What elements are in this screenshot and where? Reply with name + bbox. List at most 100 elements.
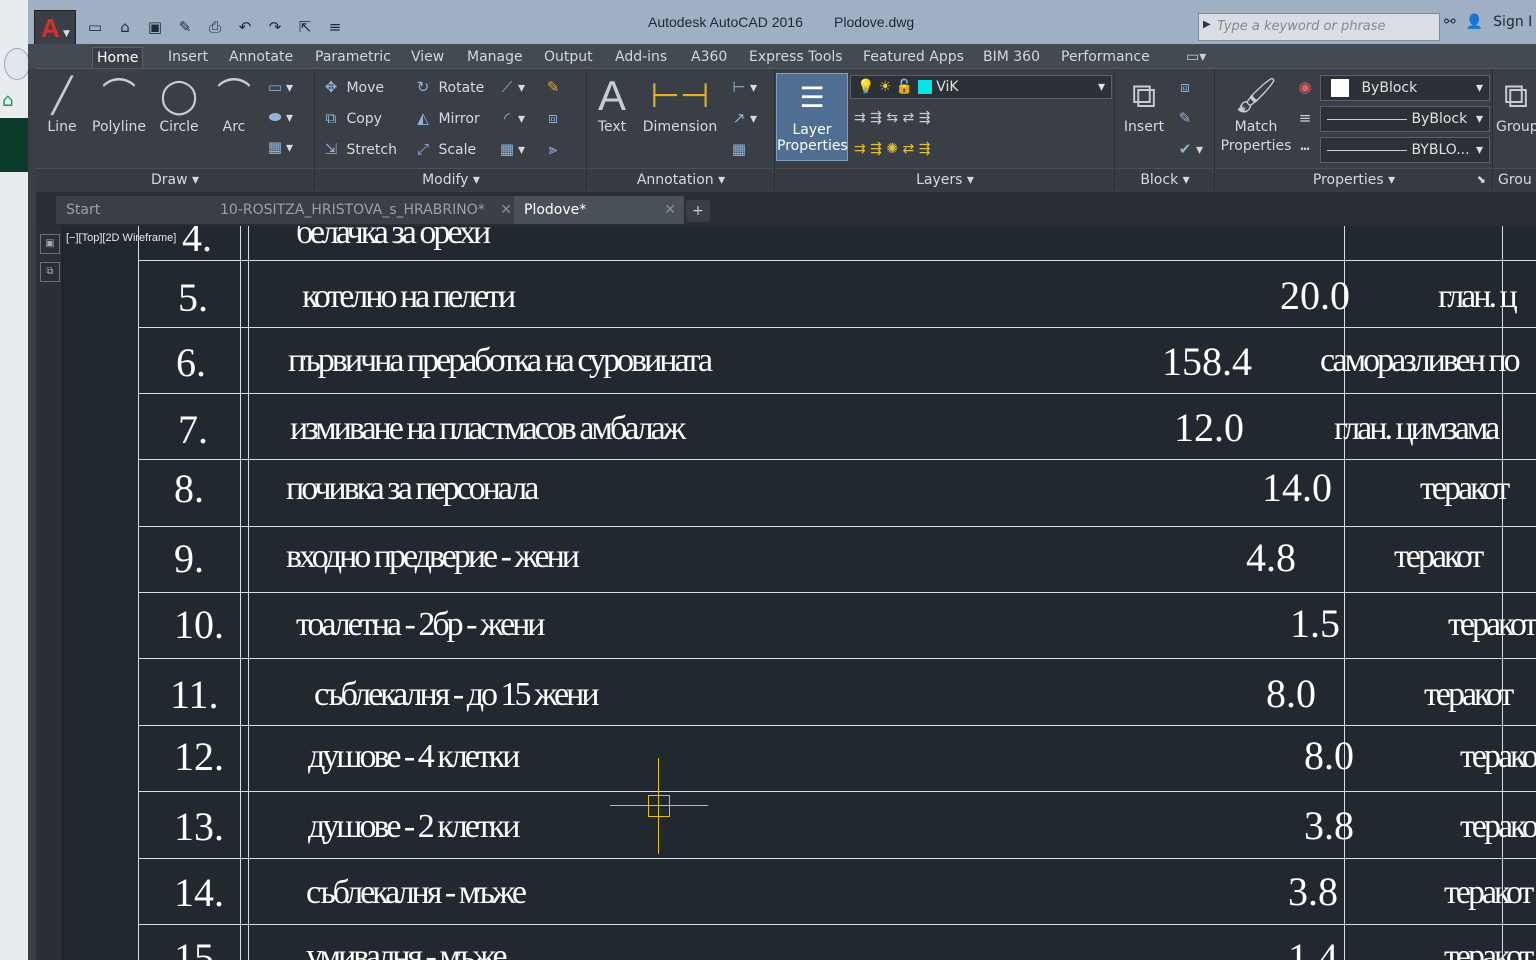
edit-block-icon[interactable]: ✎ — [1174, 106, 1196, 130]
room-area: 12.0 — [1174, 405, 1244, 450]
room-area: 8.0 — [1304, 733, 1354, 778]
save-as-icon[interactable]: ✎ — [174, 18, 196, 36]
match-properties-button[interactable]: 🖌 Match Properties — [1218, 73, 1294, 157]
rotate-button[interactable]: ↻ Rotate — [412, 75, 485, 99]
stretch-button[interactable]: ⇲ Stretch — [320, 137, 397, 161]
redo-icon[interactable]: ↷ — [264, 18, 286, 36]
share-icon[interactable]: ⇱ — [294, 18, 316, 36]
match-properties-icon: 🖌 — [1234, 76, 1278, 116]
row-number: 13. — [174, 804, 224, 849]
ribbon-minimize-icon[interactable]: ▭▾ — [1182, 47, 1210, 68]
rectangle-icon[interactable]: ▭ ▾ — [264, 75, 293, 99]
hatch-icon[interactable]: ⬬ ▾ — [264, 105, 293, 129]
search-field[interactable]: ▶ Type a keyword or phrase — [1198, 13, 1440, 41]
sign-in-link[interactable]: Sign I — [1493, 14, 1532, 30]
array-icon[interactable]: ▦ ▾ — [496, 137, 525, 161]
tab-home[interactable]: Home — [92, 47, 144, 69]
panel-title-groups[interactable]: Grou — [1494, 168, 1536, 191]
edit-attributes-icon[interactable]: ✔ ▾ — [1174, 137, 1203, 161]
tab-featured-apps[interactable]: Featured Apps — [859, 47, 968, 68]
room-floor: теракот — [1394, 538, 1484, 575]
expand-arrow-icon[interactable]: ▶ — [1203, 19, 1211, 30]
close-icon[interactable]: ✕ — [664, 196, 676, 224]
tab-bim-360[interactable]: BIM 360 — [979, 47, 1044, 68]
trim-icon[interactable]: ⟋ ▾ — [496, 75, 525, 99]
polyline-button[interactable]: ⌒ Polyline — [88, 73, 150, 135]
line-button[interactable]: ╱ Line — [40, 73, 84, 135]
insert-button[interactable]: ⧉ Insert — [1120, 73, 1168, 135]
layer-properties-button[interactable]: ☰ Layer Properties — [776, 73, 848, 161]
table-icon[interactable]: ▦ — [728, 137, 750, 161]
close-icon[interactable]: ✕ — [500, 196, 512, 224]
new-file-icon[interactable]: ▭ — [84, 18, 106, 36]
layer-dropdown[interactable]: 💡 ☀ 🔓 ViK ▾ — [850, 75, 1112, 99]
mirror-button[interactable]: ◭ Mirror — [412, 106, 479, 130]
offset-icon[interactable]: ⫸ — [542, 137, 564, 161]
tab-express-tools[interactable]: Express Tools — [745, 47, 847, 68]
quick-access-toolbar: ▭ ⌂ ▣ ✎ ⎙ ↶ ↷ ⇱ ≡ — [84, 14, 346, 40]
user-icon[interactable]: 👤 — [1466, 14, 1483, 30]
copy-button[interactable]: ⧉ Copy — [320, 106, 382, 130]
tab-view[interactable]: View — [407, 47, 448, 68]
plot-icon[interactable]: ⎙ — [204, 18, 226, 36]
customize-qat-icon[interactable]: ≡ — [324, 18, 346, 36]
new-tab-button[interactable]: + — [686, 200, 710, 222]
layer-tools-row-2[interactable]: ⇉ ⇶ ✺ ⇄ ⇶ — [854, 137, 930, 161]
erase-icon[interactable]: ✎ — [542, 75, 564, 99]
tab-performance[interactable]: Performance — [1057, 47, 1154, 68]
panel-title-draw[interactable]: Draw ▾ — [36, 168, 314, 191]
search-placeholder: Type a keyword or phrase — [1217, 19, 1386, 34]
row-number: 15. — [174, 935, 224, 960]
tab-manage[interactable]: Manage — [463, 47, 527, 68]
panel-title-modify[interactable]: Modify ▾ — [316, 168, 586, 191]
back-circle-icon[interactable] — [4, 48, 30, 80]
leader-icon[interactable]: ↗ ▾ — [728, 106, 757, 130]
arc-icon: ⌒ — [217, 76, 251, 116]
application-menu-button[interactable]: A ▼ — [34, 10, 76, 48]
file-tab-rositza[interactable]: 10-ROSITZA_HRISTOVA_s_HRABRINO* ✕ — [210, 196, 520, 224]
color-wheel-icon: ◉ — [1298, 78, 1312, 96]
arc-button[interactable]: ⌒ Arc — [214, 73, 254, 135]
open-file-icon[interactable]: ⌂ — [114, 18, 136, 36]
tab-add-ins[interactable]: Add-ins — [611, 47, 671, 68]
sun-icon: ☀ — [878, 79, 892, 95]
tab-insert[interactable]: Insert — [164, 47, 212, 68]
room-floor: теракот — [1460, 738, 1536, 775]
color-dropdown[interactable]: ByBlock ▾ — [1320, 75, 1490, 101]
file-tab-plodove[interactable]: Plodove* ✕ — [514, 196, 684, 224]
fillet-icon[interactable]: ◜ ▾ — [496, 106, 525, 130]
move-button[interactable]: ✥ Move — [320, 75, 384, 99]
tab-annotate[interactable]: Annotate — [225, 47, 297, 68]
lineweight-dropdown[interactable]: BYBLO... ▾ — [1320, 137, 1490, 163]
group-button[interactable]: ⧉ Group — [1496, 73, 1536, 135]
panel-title-properties[interactable]: Properties ▾ ⬊ — [1216, 168, 1492, 191]
create-block-icon[interactable]: ⧈ — [1174, 75, 1196, 99]
autocad-window: A ▼ ▭ ⌂ ▣ ✎ ⎙ ↶ ↷ ⇱ ≡ Autodesk AutoCAD 2… — [28, 0, 1536, 960]
explode-icon[interactable]: ⧈ — [542, 106, 564, 130]
boundary-icon[interactable]: ▦ ▾ — [264, 135, 293, 159]
viewport-label[interactable]: [−][Top][2D Wireframe] — [66, 232, 176, 244]
linear-dimension-icon[interactable]: ⊢ ▾ — [728, 75, 757, 99]
layer-tools-row-1[interactable]: ⇉ ⇶ ⇆ ⇄ ⇶ — [854, 106, 930, 130]
scale-button[interactable]: ⤢ Scale — [412, 137, 476, 161]
panel-title-block[interactable]: Block ▾ — [1116, 168, 1214, 191]
group-icon: ⧉ — [1503, 76, 1529, 116]
linetype-dropdown[interactable]: ByBlock ▾ — [1320, 106, 1490, 132]
tab-output[interactable]: Output — [540, 47, 597, 68]
circle-button[interactable]: ◯ Circle — [154, 73, 204, 135]
dimension-button[interactable]: ⊢⊣ Dimension — [640, 73, 720, 135]
viewcube-icon[interactable]: ⧉ — [40, 262, 60, 282]
file-tab-start[interactable]: Start — [56, 196, 216, 224]
tab-parametric[interactable]: Parametric — [311, 47, 395, 68]
binoculars-icon[interactable]: ⚯ — [1444, 14, 1456, 30]
undo-icon[interactable]: ↶ — [234, 18, 256, 36]
panel-title-annotation[interactable]: Annotation ▾ — [588, 168, 774, 191]
panel-title-layers[interactable]: Layers ▾ — [776, 168, 1114, 191]
text-button[interactable]: A Text — [590, 73, 634, 136]
viewport-control-icon[interactable]: ▣ — [40, 234, 60, 254]
tab-a360[interactable]: A360 — [687, 47, 731, 68]
drawing-viewport[interactable]: ▣ ⧉ [−][Top][2D Wireframe] 4. белачка за… — [36, 226, 1536, 960]
save-icon[interactable]: ▣ — [144, 18, 166, 36]
polyline-icon: ⌒ — [102, 76, 136, 116]
home-icon[interactable]: ⌂ — [2, 90, 13, 111]
